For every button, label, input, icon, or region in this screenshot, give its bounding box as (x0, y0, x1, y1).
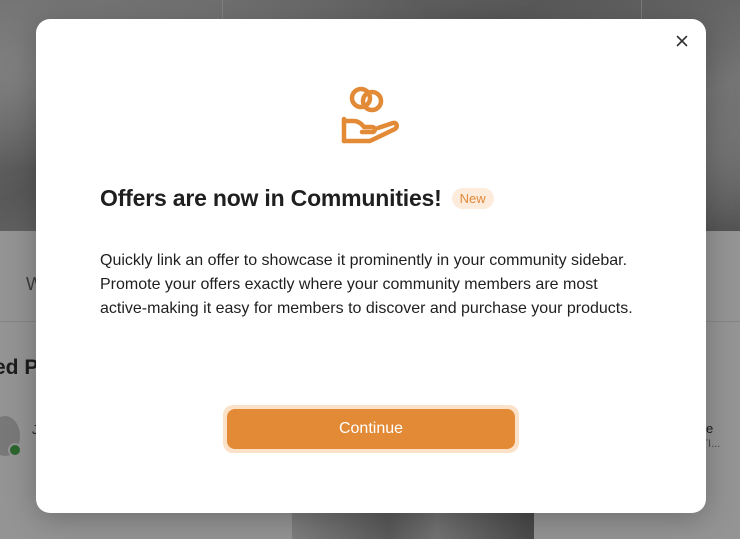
close-button[interactable] (674, 35, 690, 51)
modal-title: Offers are now in Communities! (100, 185, 442, 211)
continue-button-focus-ring: Continue (223, 405, 519, 453)
close-icon[interactable] (676, 34, 688, 52)
modal-description: Quickly link an offer to showcase it pro… (100, 252, 633, 317)
title-row: Offers are now in Communities! New (100, 185, 494, 212)
offers-announcement-modal: Offers are now in Communities! New Quick… (36, 19, 706, 513)
continue-button[interactable]: Continue (227, 409, 515, 449)
new-badge: New (451, 188, 494, 209)
hand-holding-coins-icon (340, 84, 402, 146)
